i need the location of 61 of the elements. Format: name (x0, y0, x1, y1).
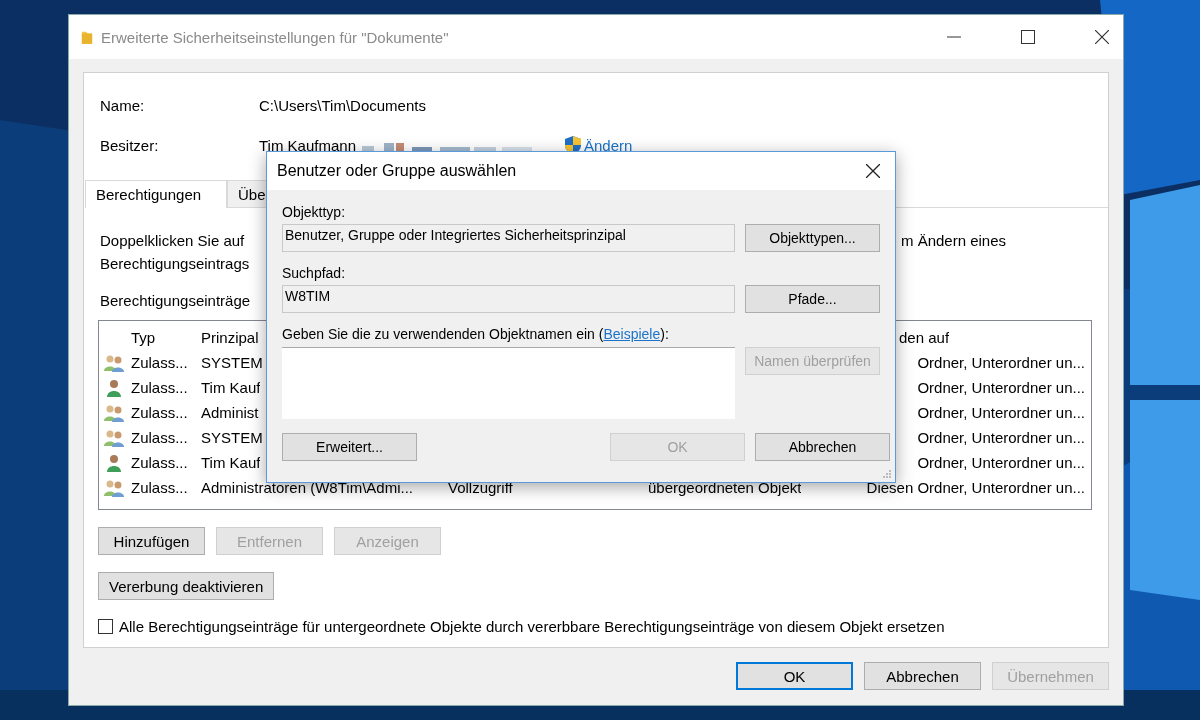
checkbox-label: Alle Berechtigungseinträge für untergeordnete Objekte durch vererbbare Berechtigungseinträge von diesem Objekt ersetzen (119, 618, 945, 635)
dialog-button[interactable]: Abbrechen (755, 433, 890, 461)
tab[interactable]: Berechtigungen (85, 180, 227, 208)
resize-grip-icon[interactable] (882, 469, 892, 479)
group-icon (103, 428, 125, 447)
table-cell: Zulass... (131, 354, 188, 371)
examples-link[interactable]: Beispiele (603, 326, 661, 342)
paths-button[interactable]: Pfade... (745, 285, 880, 313)
object-type-field: Benutzer, Gruppe oder Integriertes Sicherheitsprinzipal (282, 224, 735, 252)
checkbox[interactable] (98, 619, 113, 634)
table-cell: übergeordneten Objekt (648, 479, 802, 496)
name-value: C:\Users\Tim\Documents (259, 97, 426, 116)
search-path-field: W8TIM (282, 285, 735, 313)
change-link[interactable]: Ändern (584, 137, 633, 154)
table-cell: Ordner, Unterordner un... (917, 404, 1085, 421)
disable-inheritance-button[interactable]: Vererbung deaktivieren (98, 572, 275, 600)
column-header[interactable]: Typ (131, 329, 156, 346)
object-type-label: Objekttyp: (282, 204, 347, 222)
table-cell: Ordner, Unterordner un... (917, 379, 1085, 396)
description-text: m Ändern eines (901, 232, 1007, 251)
table-cell: Tim Kauf (201, 379, 261, 396)
table-cell: Zulass... (131, 404, 188, 421)
description-text: Berechtigungseintrags (100, 255, 250, 274)
column-header[interactable]: den auf (899, 329, 950, 346)
group-icon (103, 403, 125, 422)
table-cell: Administ (201, 404, 259, 421)
table-cell: Ordner, Unterordner un... (917, 354, 1085, 371)
table-cell: Ordner, Unterordner un... (917, 429, 1085, 446)
dialog-button[interactable]: OK (736, 662, 853, 690)
close-icon[interactable] (866, 164, 880, 178)
table-cell: Administratoren (W8Tim\Admi... (201, 479, 413, 496)
owner-value: Tim Kaufmann (259, 137, 356, 154)
table-cell: Tim Kauf (201, 454, 261, 471)
name-label: Name: (100, 97, 145, 116)
description-text: Doppelklicken Sie auf (100, 232, 245, 251)
table-cell: Ordner, Unterordner un... (917, 454, 1085, 471)
table-cell: Diesen Ordner, Unterordner un... (866, 479, 1085, 496)
table-cell: SYSTEM (201, 429, 263, 446)
table-cell: Zulass... (131, 379, 188, 396)
close-icon[interactable] (1095, 30, 1109, 44)
object-names-label: Geben Sie die zu verwendenden Objektnamen ein (Beispiele): (282, 326, 670, 344)
owner-label: Besitzer: (100, 137, 159, 156)
object-names-field[interactable] (282, 347, 735, 419)
dialog-button[interactable]: Erweitert... (282, 433, 417, 461)
dialog-button[interactable]: Abbrechen (864, 662, 981, 690)
folder-icon (81, 29, 93, 45)
table-cell: Zulass... (131, 479, 188, 496)
window-title: Erweiterte Sicherheitseinstellungen für "Dokumente" (101, 28, 449, 46)
dialog-title: Benutzer oder Gruppe auswählen (277, 162, 517, 180)
table-cell: Zulass... (131, 429, 188, 446)
entries-label: Berechtigungseinträge (100, 292, 251, 311)
entry-button[interactable]: Hinzufügen (98, 527, 205, 555)
maximize-icon[interactable] (1021, 30, 1035, 44)
column-header[interactable]: Prinzipal (201, 329, 259, 346)
table-cell: SYSTEM (201, 354, 263, 371)
table-cell: Zulass... (131, 454, 188, 471)
table-cell: Vollzugriff (448, 479, 513, 496)
object-types-button[interactable]: Objekttypen... (745, 224, 880, 252)
group-icon (103, 353, 125, 372)
group-icon (103, 478, 125, 497)
search-path-label: Suchpfad: (282, 265, 347, 283)
